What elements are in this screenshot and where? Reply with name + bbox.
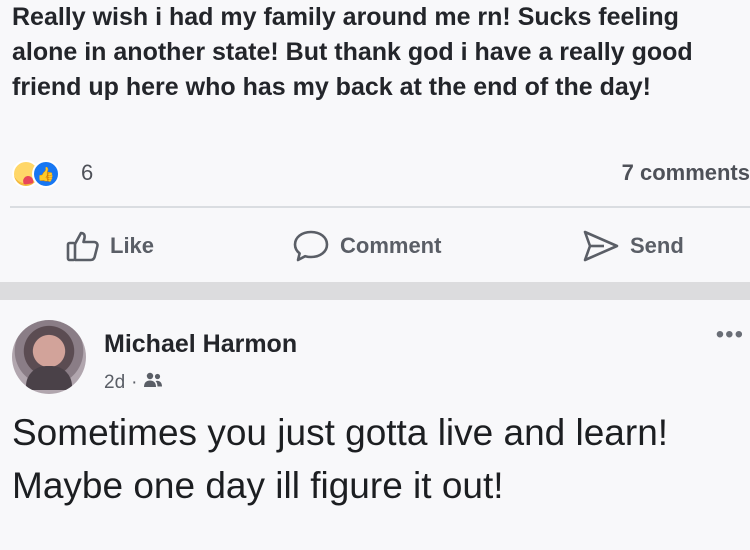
thumbs-up-icon: [66, 230, 100, 262]
reactions-summary-row: 👍 6 7 comments: [10, 156, 750, 192]
friends-icon: [143, 371, 163, 395]
comments-count-link[interactable]: 7 comments: [622, 160, 750, 186]
post-1-text: Really wish i had my family around me rn…: [12, 3, 693, 101]
feed-separator: [0, 282, 750, 300]
comment-button[interactable]: Comment: [292, 226, 441, 266]
reaction-count[interactable]: 6: [81, 160, 93, 186]
send-button-label: Send: [630, 233, 684, 258]
author-name[interactable]: Michael Harmon: [104, 330, 297, 359]
speech-bubble-icon: [292, 229, 330, 263]
post-timestamp[interactable]: 2d: [104, 372, 125, 394]
like-button-label: Like: [110, 233, 155, 258]
post-card-1: Really wish i had my family around me rn…: [0, 0, 750, 282]
more-options-button[interactable]: •••: [716, 323, 744, 347]
post-2-text: Sometimes you just gotta live and learn!…: [12, 412, 669, 506]
reaction-icons[interactable]: 👍: [10, 158, 80, 190]
post-meta: 2d ·: [104, 370, 163, 396]
post-card-2: Michael Harmon 2d · ••• Sometimes you ju…: [0, 300, 750, 550]
post-1-action-bar: Like Comment Send: [0, 218, 750, 274]
comment-button-label: Comment: [340, 233, 442, 258]
send-icon: [582, 229, 620, 263]
like-reaction-icon: 👍: [32, 160, 60, 188]
avatar[interactable]: [12, 320, 86, 394]
like-button[interactable]: Like: [66, 226, 154, 266]
post-1-divider: [10, 206, 750, 208]
meta-separator: ·: [131, 372, 138, 393]
send-button[interactable]: Send: [582, 226, 684, 266]
